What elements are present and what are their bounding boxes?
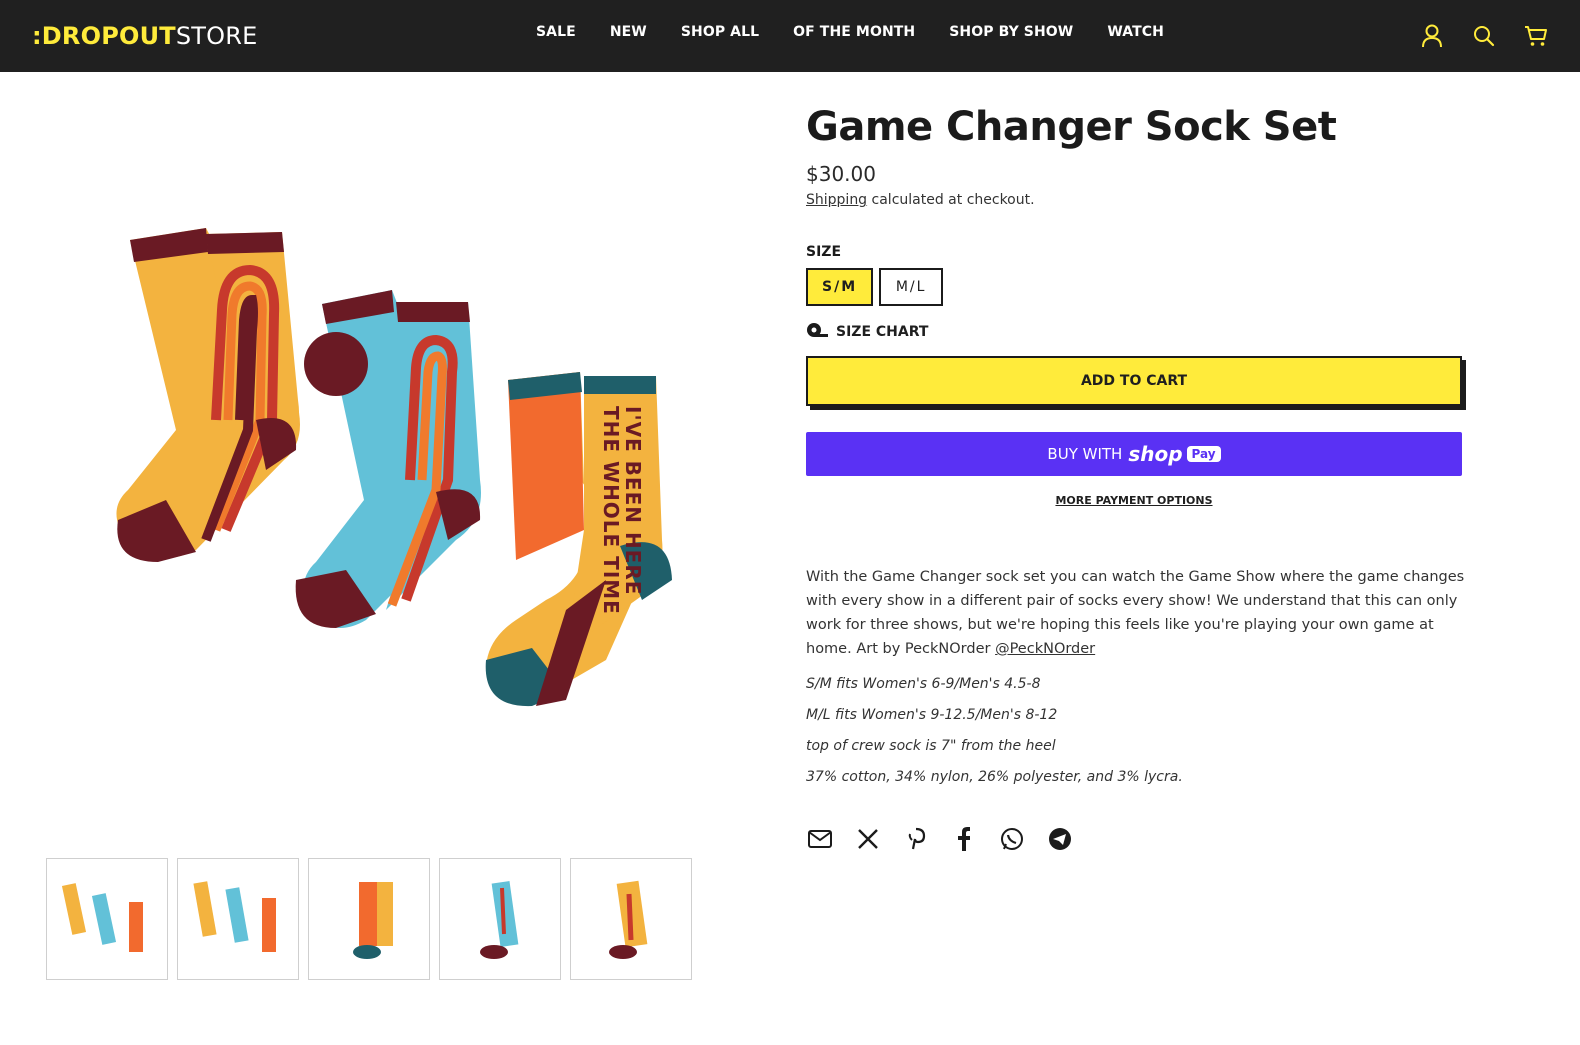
shipping-link[interactable]: Shipping xyxy=(806,192,867,208)
pay-badge: Pay xyxy=(1186,446,1221,462)
facebook-icon[interactable] xyxy=(950,825,978,853)
more-payment-options-link[interactable]: MORE PAYMENT OPTIONS xyxy=(806,494,1462,507)
size-chart-link[interactable]: SIZE CHART xyxy=(806,322,1466,342)
site-header: :DROPOUT STORE SALE NEW SHOP ALL OF THE … xyxy=(0,0,1580,72)
fit-sm-note: S/M fits Women's 6-9/Men's 4.5-8 xyxy=(806,676,1041,692)
product-description: With the Game Changer sock set you can w… xyxy=(806,565,1466,661)
svg-text:THE WHOLE TIME: THE WHOLE TIME xyxy=(599,406,623,615)
crew-height-note: top of crew sock is 7" from the heel xyxy=(806,738,1056,754)
buy-with-label: BUY WITH xyxy=(1047,445,1123,463)
materials-note: 37% cotton, 34% nylon, 26% polyester, an… xyxy=(806,769,1183,785)
header-icons xyxy=(1394,22,1550,50)
product-price: $30.00 xyxy=(806,162,876,186)
nav-shop-all[interactable]: SHOP ALL xyxy=(681,24,759,40)
shipping-text: calculated at checkout. xyxy=(867,192,1035,208)
pinterest-icon[interactable] xyxy=(902,825,930,853)
logo-store: STORE xyxy=(175,22,258,50)
telegram-icon[interactable] xyxy=(1046,825,1074,853)
size-selector: S/M M/L xyxy=(806,268,1466,306)
size-option-ml[interactable]: M/L xyxy=(879,268,944,306)
thumbnail-2[interactable] xyxy=(177,858,299,980)
fit-ml-note: M/L fits Women's 9-12.5/Men's 8-12 xyxy=(806,707,1058,723)
search-icon[interactable] xyxy=(1470,22,1498,50)
tape-measure-icon xyxy=(806,322,828,342)
account-icon[interactable] xyxy=(1418,22,1446,50)
thumbnail-1[interactable] xyxy=(46,858,168,980)
artist-link[interactable]: @PeckNOrder xyxy=(995,641,1095,657)
thumbnail-3[interactable] xyxy=(308,858,430,980)
product-info: Game Changer Sock Set $30.00 Shipping ca… xyxy=(806,100,1466,853)
shipping-note: Shipping calculated at checkout. xyxy=(806,192,1466,208)
thumbnail-5[interactable] xyxy=(570,858,692,980)
add-to-cart-button[interactable]: ADD TO CART xyxy=(806,356,1462,406)
share-icons xyxy=(806,825,1466,853)
store-logo[interactable]: :DROPOUT STORE xyxy=(32,22,257,50)
email-icon[interactable] xyxy=(806,825,834,853)
whatsapp-icon[interactable] xyxy=(998,825,1026,853)
main-nav: SALE NEW SHOP ALL OF THE MONTH SHOP BY S… xyxy=(536,24,1164,40)
nav-shop-by-show[interactable]: SHOP BY SHOW xyxy=(949,24,1073,40)
logo-brand: :DROPOUT xyxy=(32,22,176,50)
nav-sale[interactable]: SALE xyxy=(536,24,576,40)
nav-new[interactable]: NEW xyxy=(610,24,647,40)
description-text: With the Game Changer sock set you can w… xyxy=(806,569,1465,657)
shop-pay-button[interactable]: BUY WITH shop Pay xyxy=(806,432,1462,476)
thumbnail-strip xyxy=(46,858,701,980)
size-option-sm[interactable]: S/M xyxy=(806,268,874,306)
x-icon[interactable] xyxy=(854,825,882,853)
size-chart-label: SIZE CHART xyxy=(836,324,929,340)
nav-watch[interactable]: WATCH xyxy=(1107,24,1164,40)
product-title: Game Changer Sock Set xyxy=(806,104,1337,150)
product-main-image[interactable]: I'VE BEEN HERE THE WHOLE TIME xyxy=(46,100,746,820)
svg-text:I'VE BEEN HERE: I'VE BEEN HERE xyxy=(621,406,645,595)
size-label: SIZE xyxy=(806,244,842,260)
nav-of-the-month[interactable]: OF THE MONTH xyxy=(793,24,915,40)
shop-logo: shop xyxy=(1128,442,1183,466)
cart-icon[interactable] xyxy=(1522,22,1550,50)
thumbnail-4[interactable] xyxy=(439,858,561,980)
